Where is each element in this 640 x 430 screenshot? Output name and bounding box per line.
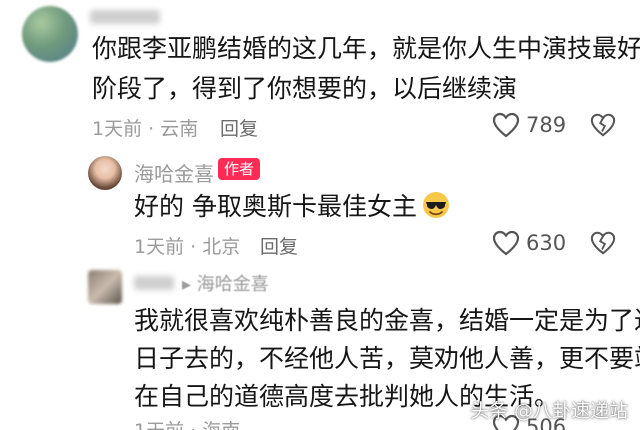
heart-icon (492, 230, 520, 256)
comment-item: 海哈金喜 作者 好的 争取奥斯卡最佳女主 1天前 · 北京 回复 630 (0, 150, 640, 268)
reply-target-name: 海哈金喜 (196, 274, 269, 295)
dislike-icon[interactable] (590, 112, 616, 138)
username-blurred[interactable] (90, 10, 160, 24)
comment-text-line: 我就很喜欢纯朴善良的金喜，结婚一定是为了过 (134, 306, 640, 335)
comment-meta: 1天前 · 海南 (134, 416, 240, 430)
like-count: 789 (526, 113, 567, 137)
comment-text: 好的 争取奥斯卡最佳女主 (134, 192, 417, 221)
heart-icon (492, 112, 520, 138)
comment-text-line: 阶段了，得到了你想要的，以后继续演 (92, 74, 518, 103)
author-badge: 作者 (218, 158, 261, 180)
avatar[interactable] (88, 156, 122, 190)
sunglasses-emoji-icon (421, 190, 451, 220)
reply-target: ▸ 海哈金喜 (182, 274, 269, 295)
avatar[interactable] (88, 270, 122, 304)
reply-button[interactable]: 回复 (220, 114, 258, 141)
comment-meta: 1天前 · 北京 (134, 236, 241, 258)
avatar[interactable] (22, 6, 78, 62)
username[interactable]: 海哈金喜 (134, 158, 214, 187)
comment-text-line: 你跟李亚鹏结婚的这几年，就是你人生中演技最好的 (92, 34, 640, 63)
like-button[interactable]: 630 (492, 230, 566, 256)
comment-text-line: 好的 争取奥斯卡最佳女主 (134, 188, 451, 226)
watermark: 头条 @八卦速递站 (469, 400, 628, 422)
dislike-icon[interactable] (590, 230, 616, 256)
comment-meta: 1天前 · 云南 (92, 118, 199, 140)
username-blurred[interactable] (134, 276, 174, 290)
comment-item: 你跟李亚鹏结婚的这几年，就是你人生中演技最好的 阶段了，得到了你想要的，以后继续… (0, 0, 640, 150)
reply-button[interactable]: 回复 (260, 232, 298, 259)
like-count: 630 (526, 231, 567, 255)
like-button[interactable]: 789 (492, 112, 566, 138)
comment-text-line: 日子去的，不经他人苦，莫劝他人善，更不要站 (134, 344, 640, 373)
